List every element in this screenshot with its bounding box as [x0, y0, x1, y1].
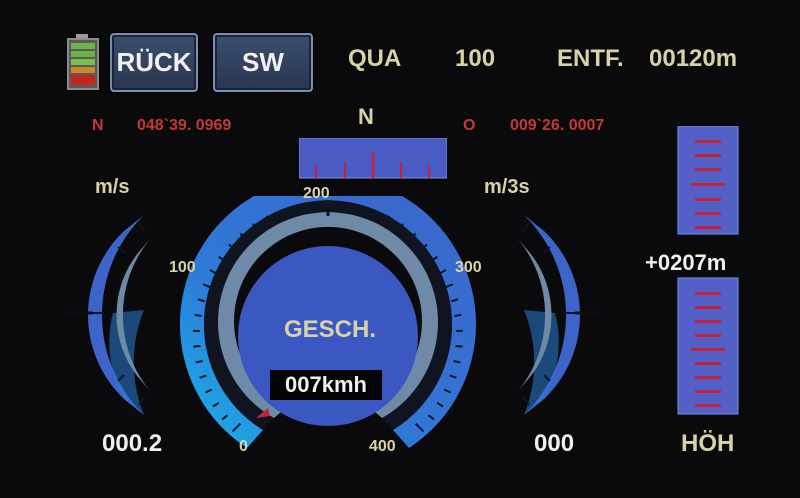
- speed-gauge-tick: [453, 359, 461, 364]
- speed-gauge-title: GESCH.: [284, 316, 377, 343]
- quality-value: 100: [455, 45, 496, 72]
- altitude-label: HÖH: [681, 430, 735, 457]
- altitude-tick: [691, 348, 725, 351]
- altitude-tick: [695, 362, 721, 365]
- altitude-tick: [695, 376, 721, 379]
- speed-gauge-tick: [195, 359, 203, 364]
- distance-label: ENTF.: [557, 45, 624, 72]
- altitude-tick: [695, 292, 721, 295]
- speed-tick-100: 100: [169, 259, 196, 276]
- compass-heading-label: N: [358, 104, 374, 129]
- speed-gauge-tick: [194, 313, 202, 317]
- speed-gauge-tick: [454, 313, 462, 317]
- speed-tick-300: 300: [455, 259, 482, 276]
- altitude-tick: [695, 306, 721, 309]
- latitude-value: 048`39. 0969: [137, 117, 232, 134]
- altitude-tick: [695, 226, 721, 229]
- right-vario-gauge: [518, 215, 598, 415]
- altitude-tick: [695, 320, 721, 323]
- altitude-tick: [695, 140, 721, 143]
- speed-tick-0: 0: [239, 438, 248, 455]
- left-vario-gauge: [66, 215, 150, 415]
- altitude-tick: [695, 212, 721, 215]
- speed-gauge-tick: [342, 201, 345, 210]
- left-gauge-value: 000.2: [102, 430, 163, 457]
- altitude-tick: [695, 198, 721, 201]
- right-gauge-unit: m/3s: [484, 176, 530, 198]
- speed-readout: 007kmh: [270, 370, 382, 400]
- speed-gauge-tick: [455, 345, 463, 348]
- altitude-tick: [695, 390, 721, 393]
- speed-gauge-tick: [193, 345, 201, 348]
- longitude-prefix: O: [463, 117, 476, 134]
- sw-button[interactable]: SW: [213, 33, 313, 92]
- battery-icon: [67, 34, 99, 90]
- back-button[interactable]: RÜCK: [110, 33, 198, 92]
- altitude-tick: [695, 404, 721, 407]
- left-gauge-unit: m/s: [95, 176, 130, 198]
- altitude-tick: [691, 183, 725, 186]
- altitude-tick: [695, 168, 721, 171]
- altitude-tick: [695, 154, 721, 157]
- latitude-prefix: N: [92, 117, 104, 134]
- speed-tick-400: 400: [369, 438, 396, 455]
- quality-label: QUA: [348, 45, 402, 72]
- longitude-value: 009`26. 0007: [510, 117, 605, 134]
- right-gauge-value: 000: [534, 430, 575, 457]
- speed-tick-200: 200: [303, 185, 330, 202]
- telemetry-screen: RÜCK SW QUA 100 ENTF. 00120m N 048`39. 0…: [0, 0, 800, 498]
- compass-strip: [299, 138, 447, 179]
- distance-value: 00120m: [649, 45, 738, 72]
- altitude-tick: [695, 334, 721, 337]
- altitude-value: +0207m: [645, 250, 727, 275]
